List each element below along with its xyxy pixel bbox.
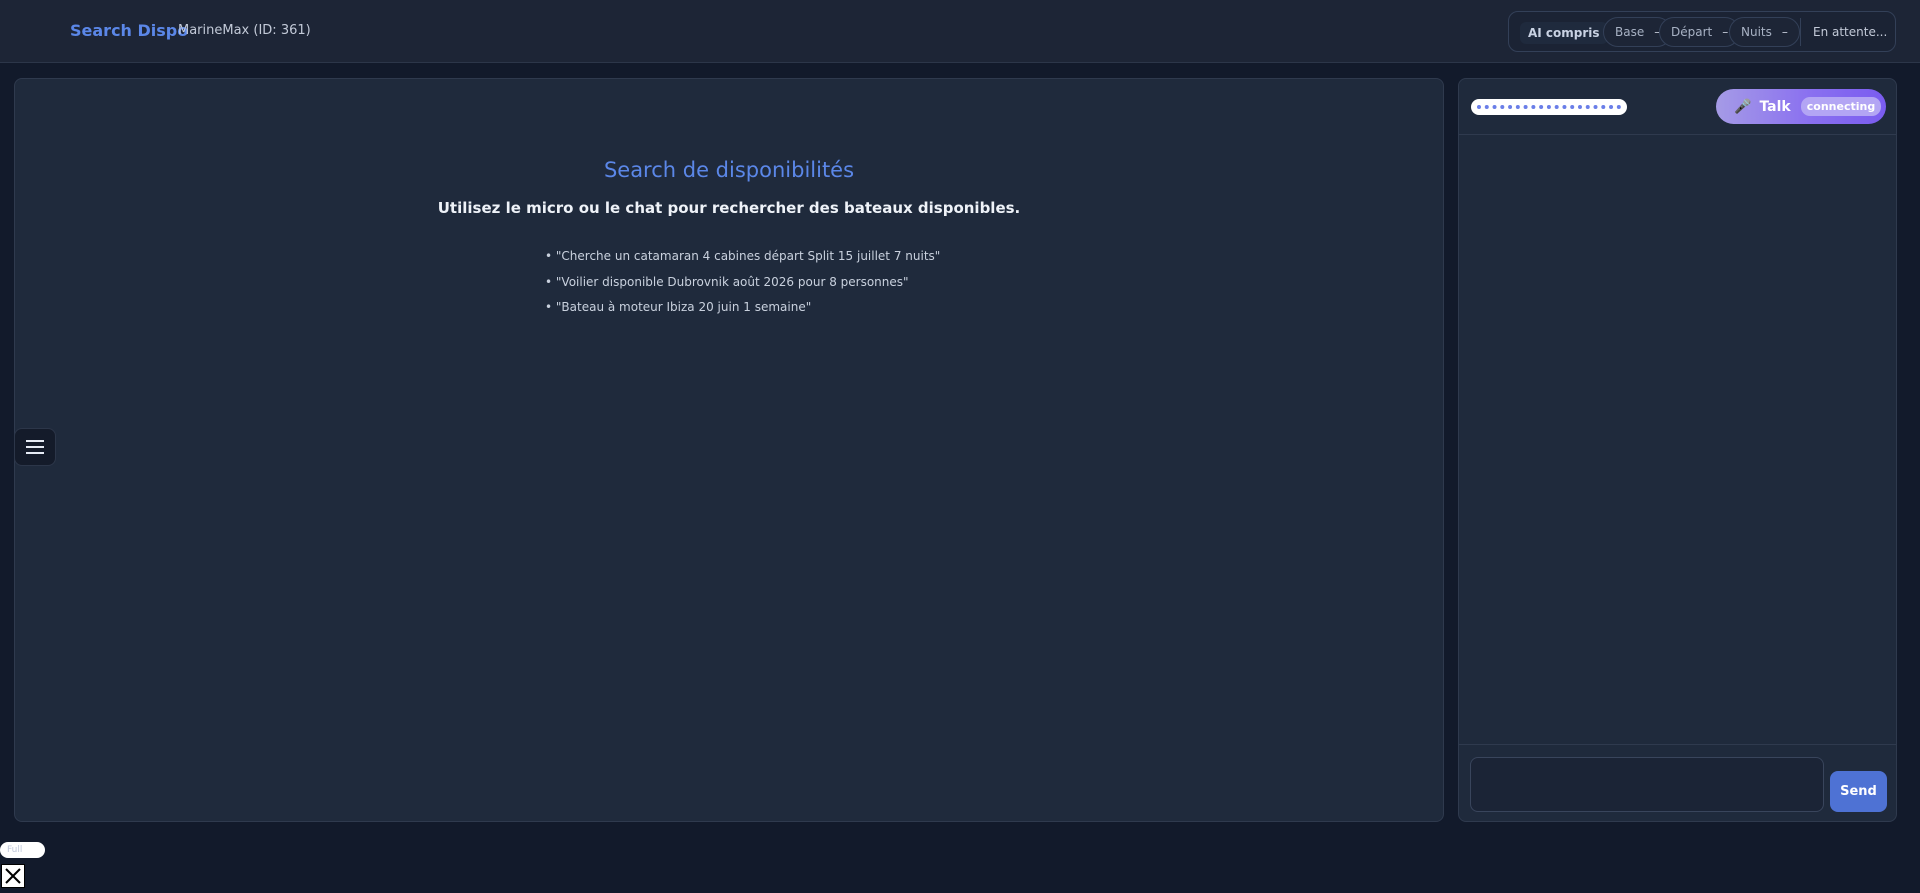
chat-panel: 🎤 Talk connecting Send bbox=[1458, 78, 1897, 822]
example-query: "Voilier disponible Dubrovnik août 2026 … bbox=[545, 273, 940, 299]
menu-toggle-button[interactable] bbox=[14, 428, 56, 466]
brand-title[interactable]: Search Dispo bbox=[70, 21, 188, 40]
example-queries-list: "Cherche un catamaran 4 cabines départ S… bbox=[545, 247, 940, 324]
chat-header: 🎤 Talk connecting bbox=[1459, 79, 1896, 135]
connection-status-badge: connecting bbox=[1800, 97, 1882, 116]
voice-session-indicator bbox=[1471, 99, 1627, 115]
top-bar: Search Dispo MarineMax (ID: 361) AI comp… bbox=[0, 0, 1920, 63]
depart-chip-value: – bbox=[1722, 25, 1729, 39]
page-subtitle: Utilisez le micro ou le chat pour recher… bbox=[437, 199, 1021, 217]
ai-status-badge: AI compris bbox=[1520, 22, 1608, 44]
results-panel: Search de disponibilités Utilisez le mic… bbox=[14, 78, 1444, 822]
hamburger-menu-icon bbox=[26, 440, 44, 454]
talk-label: Talk bbox=[1759, 98, 1791, 115]
send-button[interactable]: Send bbox=[1830, 771, 1887, 812]
page-title: Search de disponibilités bbox=[603, 158, 855, 182]
close-icon bbox=[5, 868, 21, 884]
audio-level-dots bbox=[1477, 105, 1621, 109]
talk-button[interactable]: 🎤 Talk connecting bbox=[1716, 89, 1886, 124]
small-toggle-pill[interactable]: Full bbox=[0, 842, 45, 858]
chat-composer: Send bbox=[1459, 744, 1896, 823]
account-label: MarineMax (ID: 361) bbox=[178, 23, 311, 38]
microphone-icon: 🎤 bbox=[1734, 98, 1752, 115]
status-divider bbox=[1800, 18, 1801, 46]
close-button[interactable] bbox=[1, 864, 25, 888]
search-state-label: En attente... bbox=[1813, 25, 1888, 39]
base-chip-label: Base bbox=[1615, 25, 1645, 39]
depart-chip-label: Départ bbox=[1671, 25, 1713, 39]
nuits-chip-label: Nuits bbox=[1741, 25, 1772, 39]
nuits-chip: Nuits – bbox=[1729, 17, 1800, 47]
example-query: "Bateau à moteur Ibiza 20 juin 1 semaine… bbox=[545, 298, 940, 324]
search-status-group: AI compris Base – Départ – Nuits – En at… bbox=[1508, 11, 1896, 52]
example-query: "Cherche un catamaran 4 cabines départ S… bbox=[545, 247, 940, 273]
chat-message-input[interactable] bbox=[1470, 757, 1824, 812]
nuits-chip-value: – bbox=[1781, 25, 1788, 39]
